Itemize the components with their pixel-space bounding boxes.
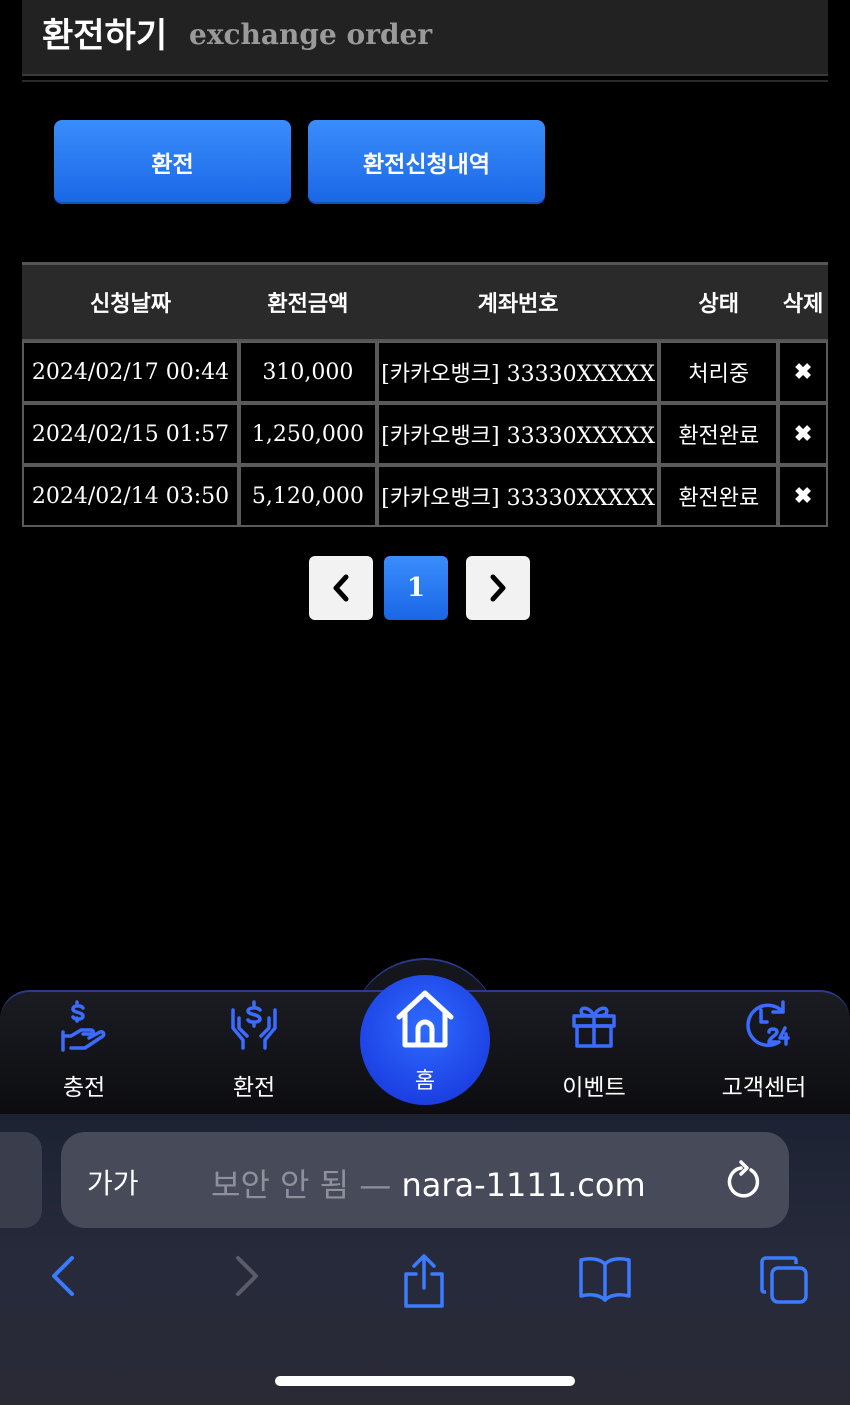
support-24h-icon	[746, 1000, 790, 1048]
cell-account: [카카오뱅크] 33330XXXXX	[376, 465, 660, 527]
cell-date: 2024/02/14 03:50	[22, 465, 240, 527]
page-subtitle: exchange order	[189, 18, 433, 51]
hands-dollar-icon	[231, 1000, 277, 1050]
share-icon[interactable]	[402, 1252, 446, 1310]
exchange-history-button[interactable]: 환전신청내역	[308, 120, 545, 204]
browser-chrome: 가가 보안 안 됨 — nara-1111.com	[0, 1114, 850, 1405]
cell-amount: 5,120,000	[239, 465, 377, 527]
page-title: 환전하기	[42, 16, 168, 56]
security-warning: 보안 안 됨 —	[211, 1166, 402, 1204]
delete-icon[interactable]: ✖	[778, 403, 828, 465]
cell-date: 2024/02/17 00:44	[22, 341, 240, 403]
table-row: 2024/02/17 00:44 310,000 [카카오뱅크] 33330XX…	[22, 341, 828, 403]
nav-event-label: 이벤트	[562, 1075, 626, 1101]
text-size-button[interactable]: 가가	[87, 1162, 139, 1202]
home-icon	[396, 990, 454, 1048]
table-header-row: 신청날짜 환전금액 계좌번호 상태 삭제	[22, 262, 828, 341]
cell-amount: 310,000	[239, 341, 377, 403]
cell-status: 환전완료	[659, 465, 779, 527]
nav-event[interactable]: 이벤트	[519, 992, 669, 1116]
cell-status: 환전완료	[659, 403, 779, 465]
tabs-icon[interactable]	[758, 1254, 810, 1306]
cell-amount: 1,250,000	[239, 403, 377, 465]
back-icon[interactable]	[48, 1254, 78, 1298]
column-amount: 환전금액	[239, 262, 377, 341]
gift-icon	[572, 1006, 616, 1048]
exchange-button[interactable]: 환전	[54, 120, 291, 204]
header-divider	[22, 80, 828, 82]
column-account: 계좌번호	[376, 262, 660, 341]
home-indicator	[275, 1376, 575, 1386]
cell-date: 2024/02/15 01:57	[22, 403, 240, 465]
exchange-history-table: 신청날짜 환전금액 계좌번호 상태 삭제 2024/02/17 00:44 31…	[22, 262, 828, 527]
nav-support[interactable]: 고객센터	[689, 992, 839, 1116]
nav-exchange[interactable]: 환전	[179, 992, 329, 1116]
table-row: 2024/02/14 03:50 5,120,000 [카카오뱅크] 33330…	[22, 465, 828, 527]
bookmarks-icon[interactable]	[578, 1254, 632, 1302]
hand-coin-icon	[61, 1000, 106, 1052]
cell-account: [카카오뱅크] 33330XXXXX	[376, 341, 660, 403]
nav-support-label: 고객센터	[721, 1075, 807, 1101]
column-date: 신청날짜	[22, 262, 240, 341]
nav-home-label: 홈	[414, 1069, 436, 1094]
delete-icon[interactable]: ✖	[778, 341, 828, 403]
cell-account: [카카오뱅크] 33330XXXXX	[376, 403, 660, 465]
nav-charge[interactable]: 충전	[9, 992, 159, 1116]
nav-home-button[interactable]: 홈	[360, 975, 490, 1105]
chevron-left-icon	[333, 574, 349, 602]
address-bar[interactable]: 가가 보안 안 됨 — nara-1111.com	[61, 1132, 789, 1228]
table-row: 2024/02/15 01:57 1,250,000 [카카오뱅크] 33330…	[22, 403, 828, 465]
nav-charge-label: 충전	[62, 1075, 106, 1101]
column-delete: 삭제	[778, 262, 828, 341]
chevron-right-icon	[490, 574, 506, 602]
column-status: 상태	[659, 262, 779, 341]
pagination-current-page[interactable]: 1	[384, 556, 448, 620]
nav-exchange-label: 환전	[232, 1075, 276, 1101]
page-header: 환전하기 exchange order	[22, 0, 828, 76]
delete-icon[interactable]: ✖	[778, 465, 828, 527]
pagination-prev-button[interactable]	[309, 556, 373, 620]
previous-tab-preview[interactable]	[0, 1132, 42, 1228]
forward-icon[interactable]	[232, 1254, 262, 1298]
reload-icon[interactable]	[723, 1158, 763, 1202]
cell-status: 처리중	[659, 341, 779, 403]
url-text: 보안 안 됨 — nara-1111.com	[211, 1160, 646, 1206]
pagination-next-button[interactable]	[466, 556, 530, 620]
url-domain: nara-1111.com	[401, 1166, 646, 1204]
